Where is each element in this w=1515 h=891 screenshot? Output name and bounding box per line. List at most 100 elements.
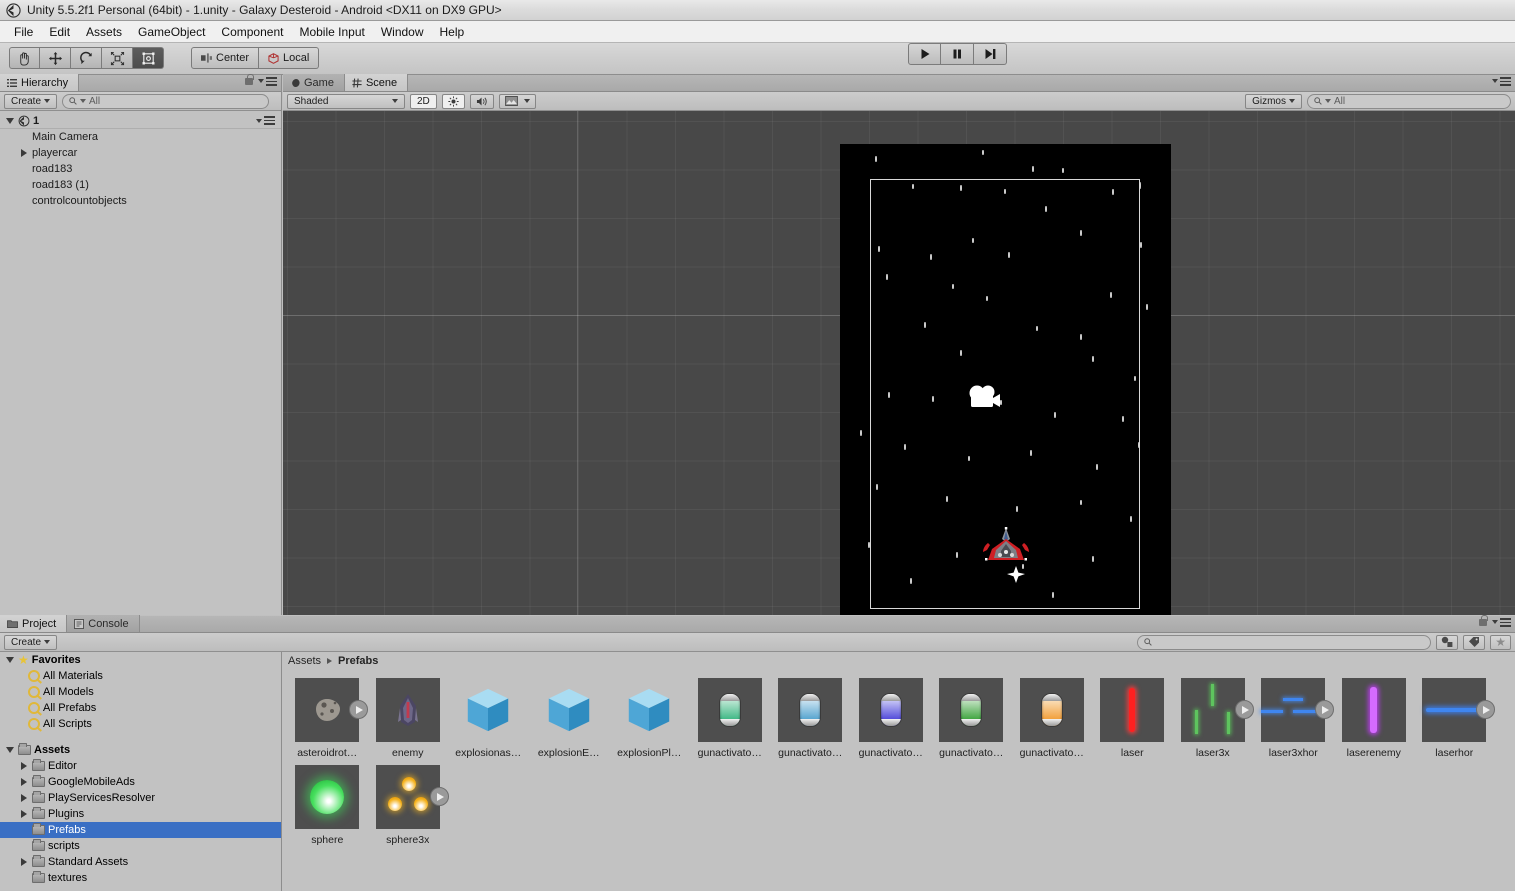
- rotate-tool-button[interactable]: [71, 47, 102, 69]
- scene-expand-toggle[interactable]: [4, 117, 15, 124]
- assets-expand-toggle[interactable]: [4, 747, 15, 753]
- hierarchy-search-input[interactable]: All: [62, 93, 270, 109]
- scene-draw-mode-dropdown[interactable]: Shaded: [287, 93, 405, 109]
- tab-scene[interactable]: Scene: [344, 74, 409, 91]
- menu-edit[interactable]: Edit: [41, 22, 78, 42]
- playercar-expand-toggle[interactable]: [18, 149, 29, 157]
- pause-button[interactable]: [941, 43, 974, 65]
- breadcrumb-prefabs[interactable]: Prefabs: [338, 655, 378, 667]
- folder-expand-toggle[interactable]: [18, 794, 29, 802]
- scene-menu-button[interactable]: [1492, 77, 1511, 86]
- asset-item-gunactivator-5[interactable]: gunactivato…: [1012, 672, 1093, 759]
- project-filter-label-button[interactable]: [1463, 634, 1486, 650]
- play-button[interactable]: [908, 43, 941, 65]
- scene-canvas[interactable]: [283, 111, 1515, 615]
- tab-console[interactable]: Console: [67, 615, 140, 632]
- favorite-all-scripts[interactable]: All Scripts: [0, 716, 281, 732]
- asset-item-enemy[interactable]: enemy: [368, 672, 449, 759]
- menu-component[interactable]: Component: [213, 22, 291, 42]
- project-filter-type-button[interactable]: [1436, 634, 1459, 650]
- asset-item-laserhor[interactable]: laserhor: [1414, 672, 1496, 759]
- scene-gizmos-dropdown[interactable]: Gizmos: [1245, 93, 1302, 109]
- tab-hierarchy[interactable]: Hierarchy: [0, 74, 80, 91]
- project-menu-button[interactable]: [1492, 618, 1511, 627]
- folder-standard-assets[interactable]: Standard Assets: [0, 854, 281, 870]
- favorite-all-prefabs[interactable]: All Prefabs: [0, 700, 281, 716]
- step-button[interactable]: [974, 43, 1007, 65]
- assets-root[interactable]: Assets: [0, 742, 281, 758]
- scene-effects-toggle[interactable]: [498, 93, 536, 109]
- favorite-all-models[interactable]: All Models: [0, 684, 281, 700]
- tab-game[interactable]: Game: [283, 74, 345, 91]
- asset-item-gunactivator-3[interactable]: gunactivato…: [851, 672, 932, 759]
- hierarchy-item-main-camera[interactable]: Main Camera: [0, 129, 281, 145]
- project-search-input[interactable]: [1137, 634, 1432, 650]
- menu-help[interactable]: Help: [432, 22, 473, 42]
- tab-project[interactable]: Project: [0, 615, 68, 632]
- asset-item-sphere[interactable]: sphere: [287, 759, 368, 846]
- asset-item-gunactivator-2[interactable]: gunactivato…: [770, 672, 851, 759]
- asset-item-gunactivator-4[interactable]: gunactivato…: [931, 672, 1012, 759]
- hand-tool-button[interactable]: [9, 47, 40, 69]
- prefab-preview-badge[interactable]: [429, 787, 449, 806]
- folder-playservicesresolver[interactable]: PlayServicesResolver: [0, 790, 281, 806]
- favorites-root[interactable]: ★ Favorites: [0, 652, 281, 668]
- move-tool-button[interactable]: [40, 47, 71, 69]
- folder-plugins[interactable]: Plugins: [0, 806, 281, 822]
- menu-window[interactable]: Window: [373, 22, 432, 42]
- scene-search-input[interactable]: All: [1307, 93, 1511, 109]
- capsule-prefab-icon: [1019, 678, 1084, 742]
- favorite-all-materials[interactable]: All Materials: [0, 668, 281, 684]
- asset-item-laserenemy[interactable]: laserenemy: [1334, 672, 1415, 759]
- menu-gameobject[interactable]: GameObject: [130, 22, 213, 42]
- menu-mobile-input[interactable]: Mobile Input: [291, 22, 372, 42]
- prefab-preview-badge[interactable]: [1234, 700, 1254, 719]
- scale-tool-button[interactable]: [102, 47, 133, 69]
- favorites-expand-toggle[interactable]: [4, 657, 15, 663]
- lock-icon[interactable]: [245, 73, 254, 85]
- asset-item-gunactivator-1[interactable]: gunactivato…: [690, 672, 771, 759]
- scene-audio-toggle[interactable]: [469, 93, 494, 109]
- folder-expand-toggle[interactable]: [18, 762, 29, 770]
- hierarchy-item-playercar[interactable]: playercar: [0, 145, 281, 161]
- asset-item-explosionpl[interactable]: explosionPl…: [609, 672, 690, 759]
- menu-assets[interactable]: Assets: [78, 22, 130, 42]
- hierarchy-item-road183-1[interactable]: road183 (1): [0, 177, 281, 193]
- hierarchy-scene-menu[interactable]: [256, 116, 275, 125]
- breadcrumb-assets[interactable]: Assets: [288, 655, 321, 667]
- project-create-button[interactable]: Create: [4, 634, 58, 650]
- rect-transform-tool-button[interactable]: [133, 47, 164, 69]
- asset-item-laser[interactable]: laser: [1092, 672, 1173, 759]
- scene-2d-toggle[interactable]: 2D: [410, 93, 437, 109]
- folder-editor[interactable]: Editor: [0, 758, 281, 774]
- folder-expand-toggle[interactable]: [18, 810, 29, 818]
- asset-item-laser3x[interactable]: laser3x: [1173, 672, 1254, 759]
- hierarchy-create-button[interactable]: Create: [4, 93, 58, 109]
- hierarchy-item-road183[interactable]: road183: [0, 161, 281, 177]
- prefab-preview-badge[interactable]: [1476, 700, 1496, 719]
- folder-googlemobileads[interactable]: GoogleMobileAds: [0, 774, 281, 790]
- space-mode-button[interactable]: Local: [259, 47, 320, 69]
- hierarchy-menu-button[interactable]: [258, 77, 277, 86]
- folder-prefabs[interactable]: Prefabs: [0, 822, 281, 838]
- asset-item-explosione[interactable]: explosionE…: [529, 672, 610, 759]
- asset-item-explosionas[interactable]: explosionas…: [448, 672, 529, 759]
- hierarchy-scene-row[interactable]: 1: [0, 113, 281, 129]
- project-toolbar: Create ★: [0, 633, 1515, 652]
- asset-item-asteroidrot[interactable]: asteroidrot…: [287, 672, 369, 759]
- folder-textures[interactable]: textures: [0, 870, 281, 886]
- folder-expand-toggle[interactable]: [18, 778, 29, 786]
- asset-item-laser3xhor[interactable]: laser3xhor: [1253, 672, 1335, 759]
- folder-expand-toggle[interactable]: [18, 858, 29, 866]
- project-favorite-button[interactable]: ★: [1490, 634, 1511, 650]
- prefab-preview-badge[interactable]: [1315, 700, 1335, 719]
- pivot-mode-button[interactable]: Center: [191, 47, 260, 69]
- folder-scripts[interactable]: scripts: [0, 838, 281, 854]
- scene-lighting-toggle[interactable]: [441, 93, 465, 109]
- asset-item-sphere3x[interactable]: sphere3x: [368, 759, 449, 846]
- hierarchy-item-controlcountobjects[interactable]: controlcountobjects: [0, 193, 281, 209]
- lock-icon[interactable]: [1479, 614, 1488, 626]
- prefab-preview-badge[interactable]: [349, 700, 369, 719]
- menu-file[interactable]: File: [6, 22, 41, 42]
- folder-label: scripts: [48, 840, 80, 852]
